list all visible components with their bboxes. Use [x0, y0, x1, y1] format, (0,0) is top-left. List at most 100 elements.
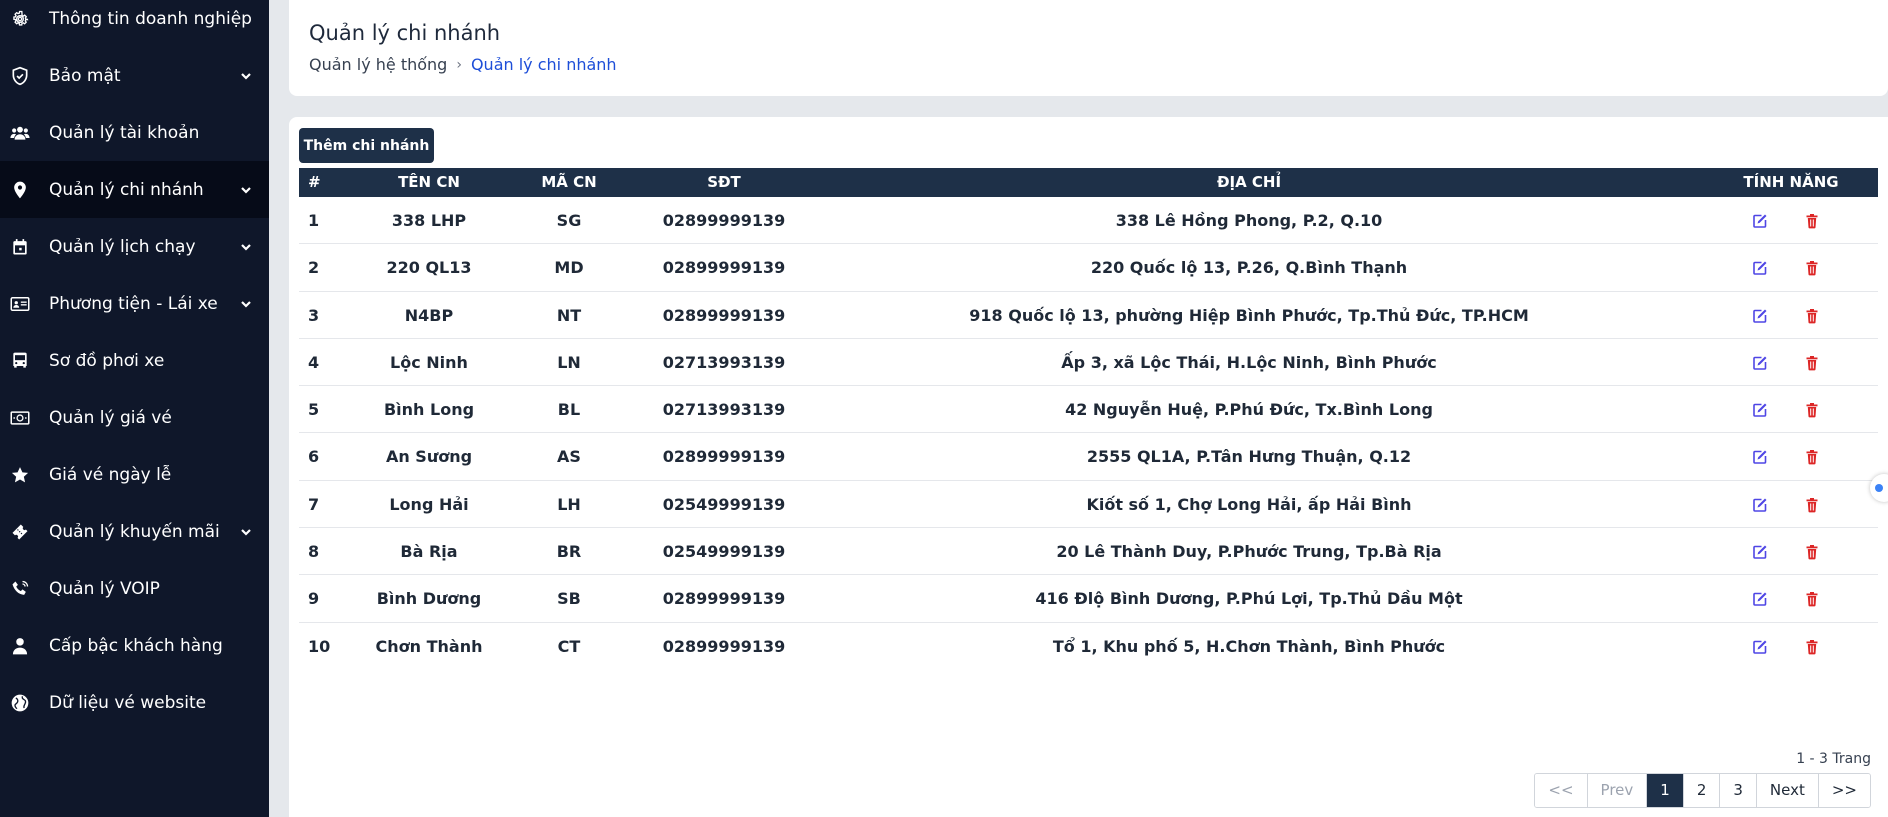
delete-icon[interactable]: [1803, 213, 1821, 229]
calendar-icon: [8, 235, 32, 259]
cell-index: 3: [308, 305, 320, 325]
edit-icon[interactable]: [1751, 639, 1769, 655]
breadcrumb-current: Quản lý chi nhánh: [470, 55, 617, 74]
edit-icon[interactable]: [1751, 591, 1769, 607]
sidebar-item-1[interactable]: Thông tin doanh nghiệp: [0, 0, 269, 47]
globe-icon: [8, 691, 32, 715]
cell-index: 1: [308, 211, 320, 230]
cell-index: 6: [308, 447, 320, 467]
cell-branch-name: An Sương: [385, 447, 473, 467]
table-row: 7 Long Hải LH 02549999139 Kiốt số 1, Chợ Lon…: [299, 481, 1878, 529]
table-row: 1 338 LHP SG 02899999139 338 Lê Hồng Phong, …: [299, 197, 1878, 245]
sidebar-item-label: Quản lý tài khoản: [49, 122, 200, 143]
sidebar-item-label: Sơ đồ phơi xe: [49, 350, 165, 371]
column-header-index: #: [308, 173, 321, 191]
pagination-page-3[interactable]: 3: [1719, 774, 1756, 807]
cell-index: 9: [308, 589, 320, 609]
cell-phone: 02713993139: [662, 352, 786, 372]
cell-branch-code: AS: [557, 447, 581, 467]
cell-phone: 02899999139: [662, 211, 786, 230]
bus-icon: [8, 349, 32, 373]
delete-icon[interactable]: [1803, 260, 1821, 276]
delete-icon[interactable]: [1803, 355, 1821, 371]
cell-phone: 02899999139: [662, 305, 786, 325]
sidebar-item-8[interactable]: Quản lý giá vé: [0, 389, 269, 446]
table-row: 5 Bình Long BL 02713993139 42 Nguyễn Huệ, P.…: [299, 386, 1878, 434]
sidebar-item-10[interactable]: Quản lý khuyến mãi: [0, 503, 269, 560]
pagination-first-button[interactable]: <<: [1535, 774, 1587, 807]
edit-icon[interactable]: [1751, 355, 1769, 371]
cell-index: 8: [308, 542, 320, 562]
cell-branch-code: LN: [557, 352, 581, 372]
sidebar-item-3[interactable]: Quản lý tài khoản: [0, 104, 269, 161]
cell-address: 416 Đlộ Bình Dương, P.Phú Lợi, Tp.Thủ Dầ…: [1035, 589, 1463, 609]
pagination-last-button[interactable]: >>: [1817, 774, 1870, 807]
sidebar-item-12[interactable]: Cấp bậc khách hàng: [0, 617, 269, 674]
sidebar-item-9[interactable]: Giá vé ngày lễ: [0, 446, 269, 503]
sidebar-item-label: Thông tin doanh nghiệp: [49, 8, 252, 29]
delete-icon[interactable]: [1803, 497, 1821, 513]
chat-bubble-icon: [1875, 484, 1883, 492]
cell-phone: 02549999139: [662, 542, 786, 562]
delete-icon[interactable]: [1803, 591, 1821, 607]
cell-branch-name: Bình Dương: [376, 589, 482, 609]
delete-icon[interactable]: [1803, 308, 1821, 324]
add-branch-button[interactable]: Thêm chi nhánh: [299, 128, 434, 163]
breadcrumb-separator-icon: ›: [456, 56, 462, 73]
delete-icon[interactable]: [1803, 449, 1821, 465]
cell-branch-name: Chơn Thành: [375, 636, 483, 656]
star-icon: [8, 463, 32, 487]
table-row: 2 220 QL13 MD 02899999139 220 Quốc lộ 13, P.…: [299, 244, 1878, 292]
breadcrumb-parent-link[interactable]: Quản lý hệ thống: [309, 55, 447, 74]
edit-icon[interactable]: [1751, 497, 1769, 513]
cell-branch-code: CT: [557, 636, 581, 656]
edit-icon[interactable]: [1751, 402, 1769, 418]
cell-branch-code: SG: [556, 211, 582, 230]
edit-icon[interactable]: [1751, 449, 1769, 465]
column-header-code: MÃ CN: [541, 173, 597, 191]
edit-icon[interactable]: [1751, 260, 1769, 276]
table-row: 6 An Sương AS 02899999139 2555 QL1A, P.Tân H…: [299, 433, 1878, 481]
table-row: 10 Chơn Thành CT 02899999139 Tổ 1, Khu phố 5…: [299, 623, 1878, 670]
pagination-page-1[interactable]: 1: [1646, 774, 1683, 807]
cell-address: 20 Lê Thành Duy, P.Phước Trung, Tp.Bà Rị…: [1056, 542, 1442, 562]
table-header: # TÊN CN MÃ CN SĐT ĐỊA CHỈ TÍNH NĂNG: [299, 168, 1878, 197]
sidebar-item-label: Bảo mật: [49, 65, 121, 86]
edit-icon[interactable]: [1751, 308, 1769, 324]
cell-phone: 02549999139: [662, 494, 786, 514]
cell-address: 918 Quốc lộ 13, phường Hiệp Bình Phước, …: [969, 305, 1529, 325]
chevron-down-icon[interactable]: [239, 69, 253, 83]
sidebar-item-13[interactable]: Dữ liệu vé website: [0, 674, 269, 731]
delete-icon[interactable]: [1803, 639, 1821, 655]
cell-phone: 02899999139: [662, 258, 786, 278]
edit-icon[interactable]: [1751, 213, 1769, 229]
cell-branch-code: LH: [557, 494, 581, 514]
sidebar-item-6[interactable]: Phương tiện - Lái xe: [0, 275, 269, 332]
sidebar-item-label: Phương tiện - Lái xe: [49, 293, 218, 314]
chevron-down-icon[interactable]: [239, 240, 253, 254]
chevron-down-icon[interactable]: [239, 297, 253, 311]
ticket-icon: [8, 520, 32, 544]
edit-icon[interactable]: [1751, 544, 1769, 560]
sidebar-item-label: Quản lý VOIP: [49, 578, 160, 599]
cell-address: 338 Lê Hồng Phong, P.2, Q.10: [1115, 211, 1383, 230]
pagination-prev-button[interactable]: Prev: [1586, 774, 1647, 807]
sidebar-item-5[interactable]: Quản lý lịch chạy: [0, 218, 269, 275]
sidebar-item-7[interactable]: Sơ đồ phơi xe: [0, 332, 269, 389]
sidebar-item-11[interactable]: Quản lý VOIP: [0, 560, 269, 617]
sidebar: Thông tin doanh nghiệp Bảo mật Quản lý tài…: [0, 0, 269, 817]
cell-phone: 02899999139: [662, 589, 786, 609]
cell-index: 2: [308, 258, 320, 278]
sidebar-item-label: Quản lý giá vé: [49, 407, 172, 428]
table-row: 9 Bình Dương SB 02899999139 416 Đlộ Bình Dươ…: [299, 575, 1878, 623]
chevron-down-icon[interactable]: [239, 525, 253, 539]
pagination-page-2[interactable]: 2: [1682, 774, 1720, 807]
cell-phone: 02899999139: [662, 636, 786, 656]
pagination-next-button[interactable]: Next: [1755, 774, 1818, 807]
sidebar-item-4[interactable]: Quản lý chi nhánh: [0, 161, 269, 218]
delete-icon[interactable]: [1803, 544, 1821, 560]
delete-icon[interactable]: [1803, 402, 1821, 418]
chevron-down-icon[interactable]: [239, 183, 253, 197]
sidebar-item-label: Cấp bậc khách hàng: [49, 635, 223, 656]
sidebar-item-2[interactable]: Bảo mật: [0, 47, 269, 104]
